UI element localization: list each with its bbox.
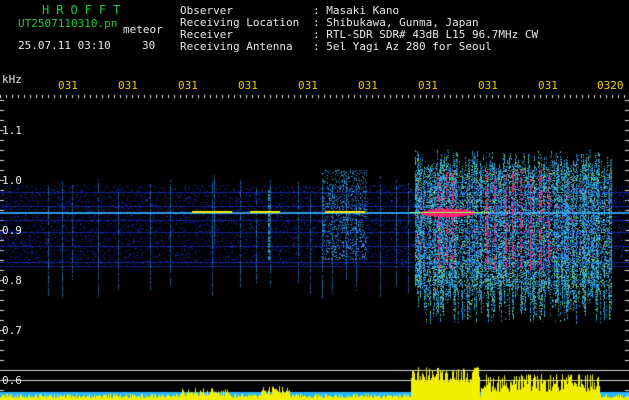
- x-tick: 031: [418, 79, 438, 92]
- info-antenna-value: : 5el Yagi Az 280 for Seoul: [313, 40, 492, 53]
- x-tick: 031: [178, 79, 198, 92]
- x-tick: 031: [238, 79, 258, 92]
- x-tick: 031: [358, 79, 378, 92]
- duration: 30: [142, 39, 156, 52]
- x-tick: 031: [58, 79, 78, 92]
- y-tick: 0.9: [2, 224, 22, 237]
- mode-label: meteor: [123, 23, 163, 36]
- x-tick: 031: [538, 79, 558, 92]
- info-antenna-label: Receiving Antenna: [180, 40, 293, 53]
- y-tick: 0.7: [2, 324, 22, 337]
- y-tick: 1.0: [2, 174, 22, 187]
- file-name: UT2507110310.pn: [18, 17, 118, 30]
- x-tick: 031: [478, 79, 498, 92]
- y-tick: 0.8: [2, 274, 22, 287]
- app-title: HROFFT: [42, 3, 128, 17]
- y-tick: 0.6: [2, 374, 22, 387]
- x-tick: 0320: [597, 79, 624, 92]
- unit-label: kHz: [2, 73, 22, 86]
- x-tick: 031: [118, 79, 138, 92]
- x-tick: 031: [298, 79, 318, 92]
- spectrogram-canvas: [0, 0, 629, 400]
- y-tick: 1.1: [2, 124, 22, 137]
- date-time: 25.07.11 03:10: [18, 39, 111, 52]
